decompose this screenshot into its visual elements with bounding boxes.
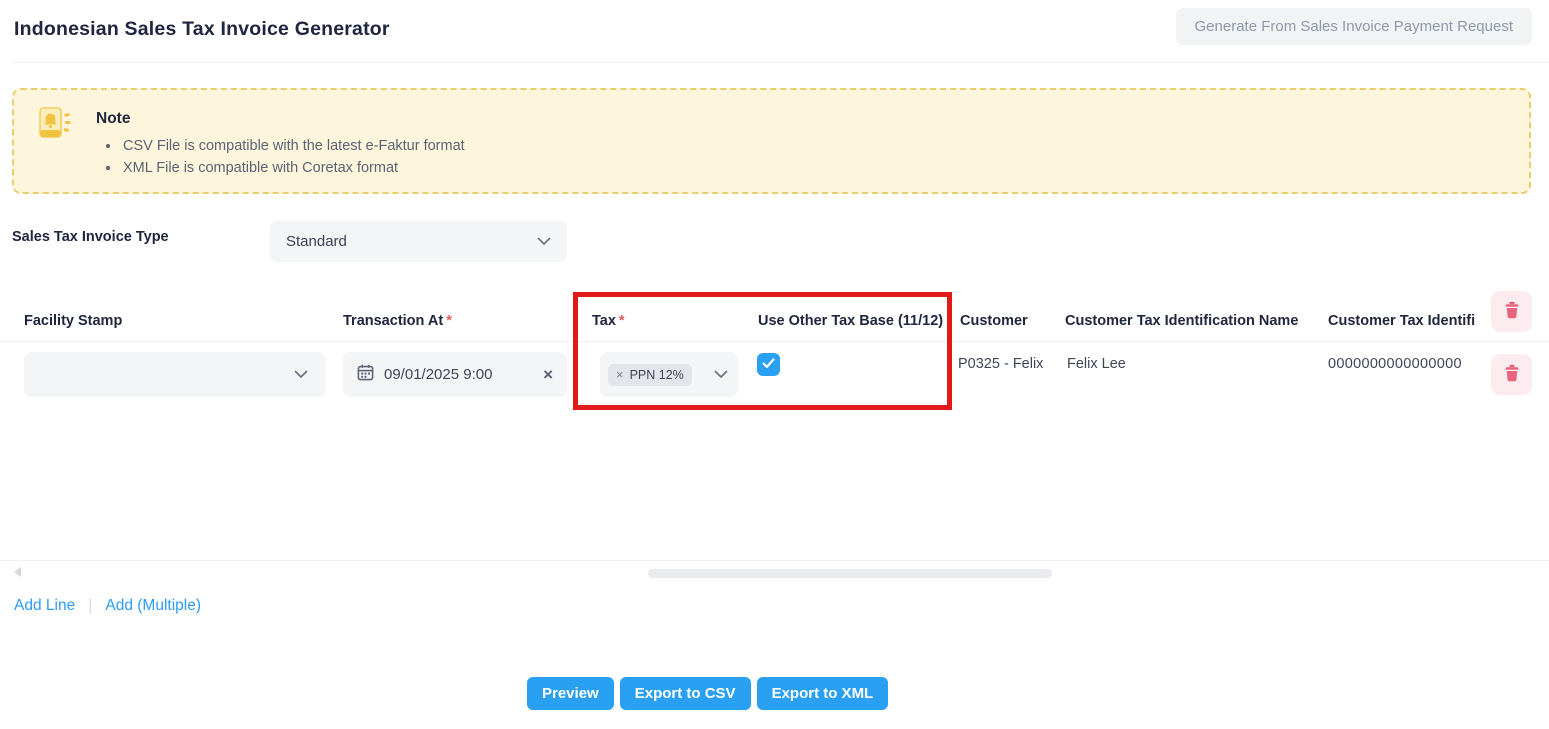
generate-from-sales-invoice-button[interactable]: Generate From Sales Invoice Payment Requ… (1176, 8, 1533, 45)
preview-button[interactable]: Preview (527, 677, 614, 710)
col-header-use-other-tax-base: Use Other Tax Base (11/12) (758, 313, 943, 329)
tax-select[interactable]: × PPN 12% (600, 352, 738, 397)
delete-row-button[interactable] (1491, 354, 1532, 395)
use-other-tax-base-checkbox[interactable] (757, 353, 780, 376)
delete-all-button[interactable] (1491, 291, 1532, 332)
header-divider (12, 62, 1549, 63)
tax-chip: × PPN 12% (608, 364, 692, 386)
customer-value: P0325 - Felix (958, 356, 1043, 372)
customer-tax-id-value: 0000000000000000 (1328, 356, 1462, 372)
col-header-transaction-at: Transaction At* (343, 313, 452, 329)
export-xml-button[interactable]: Export to XML (757, 677, 889, 710)
note-item-xml: XML File is compatible with Coretax form… (121, 158, 465, 180)
add-actions-row: Add Line | Add (Multiple) (14, 597, 201, 615)
chevron-down-icon (714, 370, 728, 379)
note-banner: Note CSV File is compatible with the lat… (12, 88, 1531, 194)
add-multiple-link[interactable]: Add (Multiple) (105, 597, 201, 615)
note-list: CSV File is compatible with the latest e… (121, 136, 465, 179)
links-separator: | (88, 597, 92, 615)
chevron-down-icon (537, 237, 551, 246)
app-root: Indonesian Sales Tax Invoice Generator G… (0, 0, 1549, 729)
col-header-customer-tax-identifi: Customer Tax Identifi (1328, 313, 1475, 329)
page-title: Indonesian Sales Tax Invoice Generator (14, 18, 390, 41)
table-header-divider (0, 341, 1549, 342)
add-line-link[interactable]: Add Line (14, 597, 75, 615)
notification-bell-icon (38, 105, 70, 148)
clear-date-icon[interactable]: × (543, 366, 553, 383)
export-csv-button[interactable]: Export to CSV (620, 677, 751, 710)
invoice-type-select[interactable]: Standard (270, 221, 567, 262)
required-marker: * (619, 313, 625, 329)
col-header-tax: Tax* (592, 313, 625, 329)
horizontal-scrollbar-thumb[interactable] (648, 569, 1052, 578)
required-marker: * (446, 313, 452, 329)
transaction-at-datetime-input[interactable]: 09/01/2025 9:00 × (343, 352, 567, 397)
trash-icon (1504, 364, 1520, 385)
tax-chip-label: PPN 12% (630, 368, 684, 382)
footer-actions: Preview Export to CSV Export to XML (527, 677, 888, 710)
col-header-facility-stamp: Facility Stamp (24, 313, 122, 329)
invoice-type-value: Standard (286, 233, 347, 250)
table-bottom-divider (0, 560, 1549, 561)
customer-tax-identification-name-value: Felix Lee (1067, 356, 1126, 372)
col-header-customer-tax-identification-name: Customer Tax Identification Name (1065, 313, 1298, 329)
calendar-icon (357, 364, 374, 386)
trash-icon (1504, 301, 1520, 322)
note-title: Note (96, 110, 130, 128)
remove-tag-icon[interactable]: × (616, 368, 624, 381)
facility-stamp-select[interactable] (24, 352, 326, 397)
checkmark-icon (762, 356, 775, 374)
scroll-left-arrow-icon[interactable] (14, 567, 21, 577)
invoice-type-label: Sales Tax Invoice Type (12, 229, 169, 245)
col-header-customer: Customer (960, 313, 1028, 329)
note-item-csv: CSV File is compatible with the latest e… (121, 136, 465, 158)
transaction-at-value: 09/01/2025 9:00 (384, 366, 492, 383)
chevron-down-icon (294, 370, 308, 379)
